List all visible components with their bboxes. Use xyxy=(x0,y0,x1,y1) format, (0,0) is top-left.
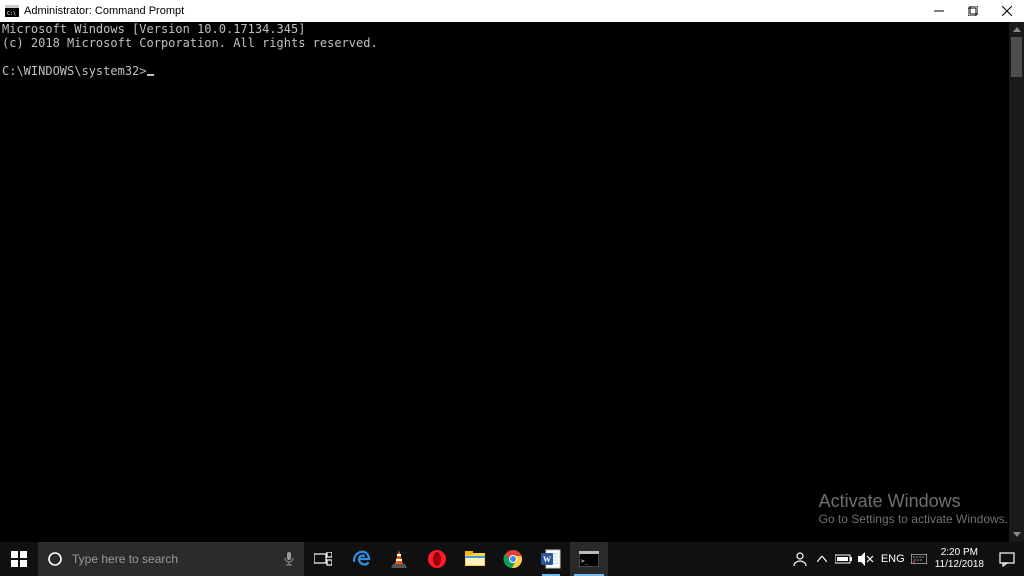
terminal-container: Microsoft Windows [Version 10.0.17134.34… xyxy=(0,22,1024,542)
svg-text:C:\: C:\ xyxy=(7,11,16,17)
action-center-icon[interactable] xyxy=(990,551,1024,567)
svg-text:>_: >_ xyxy=(581,558,589,565)
cmd-taskbar-icon[interactable]: >_ xyxy=(570,542,608,576)
close-button[interactable] xyxy=(990,0,1024,22)
microphone-icon[interactable] xyxy=(274,551,304,567)
scroll-up-button[interactable] xyxy=(1009,22,1024,37)
chrome-icon[interactable] xyxy=(494,542,532,576)
language-indicator[interactable]: ENG xyxy=(877,553,909,565)
system-tray: ENG 2:20 PM 11/12/2018 xyxy=(789,542,1024,576)
people-icon[interactable] xyxy=(789,542,811,576)
svg-text:W: W xyxy=(543,555,551,564)
scroll-down-button[interactable] xyxy=(1009,527,1024,542)
terminal-prompt: C:\WINDOWS\system32> xyxy=(2,64,147,78)
terminal-line-1: Microsoft Windows [Version 10.0.17134.34… xyxy=(2,22,305,36)
word-icon[interactable]: W xyxy=(532,542,570,576)
task-view-button[interactable] xyxy=(304,542,342,576)
keyboard-layout-icon[interactable] xyxy=(909,542,929,576)
terminal-output[interactable]: Microsoft Windows [Version 10.0.17134.34… xyxy=(0,22,1009,542)
edge-icon[interactable] xyxy=(342,542,380,576)
titlebar: C:\ Administrator: Command Prompt xyxy=(0,0,1024,22)
cortana-icon xyxy=(38,551,72,567)
terminal-line-2: (c) 2018 Microsoft Corporation. All righ… xyxy=(2,36,378,50)
clock[interactable]: 2:20 PM 11/12/2018 xyxy=(929,547,990,571)
cmd-app-icon: C:\ xyxy=(4,4,20,18)
scroll-thumb[interactable] xyxy=(1011,37,1022,77)
search-placeholder: Type here to search xyxy=(72,552,274,566)
maximize-button[interactable] xyxy=(956,0,990,22)
cursor xyxy=(147,74,154,76)
window-title: Administrator: Command Prompt xyxy=(24,5,184,17)
opera-icon[interactable] xyxy=(418,542,456,576)
clock-time: 2:20 PM xyxy=(941,547,978,559)
file-explorer-icon[interactable] xyxy=(456,542,494,576)
clock-date: 11/12/2018 xyxy=(935,559,984,571)
chevron-up-icon[interactable] xyxy=(811,542,833,576)
volume-mute-icon[interactable] xyxy=(855,542,877,576)
taskbar: Type here to search xyxy=(0,542,1024,576)
search-box[interactable]: Type here to search xyxy=(38,542,304,576)
vlc-icon[interactable] xyxy=(380,542,418,576)
minimize-button[interactable] xyxy=(922,0,956,22)
start-button[interactable] xyxy=(0,542,38,576)
battery-icon[interactable] xyxy=(833,542,855,576)
vertical-scrollbar[interactable] xyxy=(1009,22,1024,542)
